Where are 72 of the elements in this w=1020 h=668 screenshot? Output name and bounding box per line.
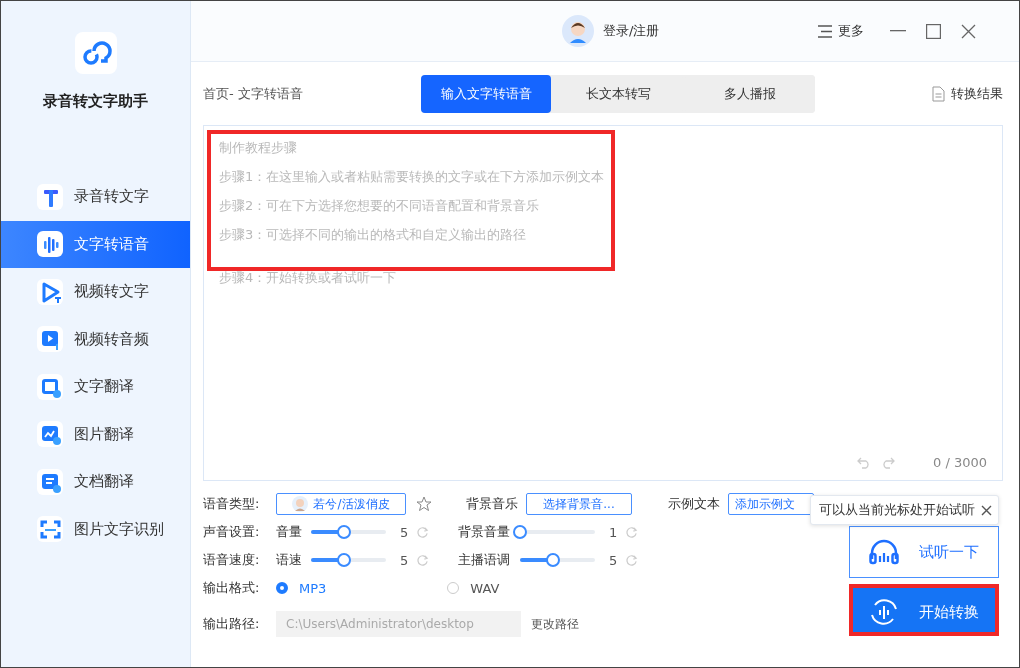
sidebar-item[interactable]: 图片文字识别 (1, 505, 190, 553)
radio-button[interactable] (276, 582, 288, 594)
field-label: 示例文本 (668, 495, 721, 513)
sidebar-label: 图片翻译 (74, 424, 134, 444)
slider-label: 主播语调 (458, 551, 511, 569)
radio-button[interactable] (447, 582, 460, 594)
placeholder-line: 步骤3：可选择不同的输出的格式和自定义输出的路径 (219, 226, 528, 244)
music-button[interactable]: 选择背景音... (526, 493, 632, 515)
headphones-icon (869, 539, 899, 565)
radio-label[interactable]: MP3 (299, 580, 327, 596)
slider-value: 5 (400, 552, 408, 568)
breadcrumb: 首页- 文字转语音 (203, 85, 304, 103)
sidebar-item[interactable]: 文字转语音 (1, 220, 190, 268)
tooltip-text: 可以从当前光标处开始试听 (819, 501, 975, 519)
app-name: 录音转文字助手 (43, 92, 148, 111)
sidebar-item[interactable]: 文档翻译 (1, 458, 190, 506)
sidebar-label: 图片文字识别 (74, 519, 164, 539)
video-icon (37, 326, 63, 353)
image-icon (37, 421, 63, 448)
close-icon[interactable] (981, 504, 992, 516)
sidebar-label: 视频转文字 (74, 282, 149, 302)
field-label: 语音类型: (203, 495, 261, 513)
field-label: 声音设置: (203, 523, 261, 541)
maximize-icon[interactable] (926, 23, 942, 39)
document-icon[interactable] (932, 86, 945, 102)
slider-value: 5 (609, 552, 617, 568)
letter-icon (37, 183, 63, 210)
sidebar-item[interactable]: 录音转文字 (1, 173, 190, 221)
listen-button[interactable]: 试听一下 (849, 526, 999, 578)
sidebar-label: 视频转音频 (74, 329, 149, 349)
close-icon[interactable] (961, 23, 977, 39)
sidebar-label: 文字翻译 (74, 377, 134, 397)
slider-value: 1 (609, 524, 617, 540)
app-logo-icon (74, 32, 117, 74)
start-button[interactable]: 开始转换 (849, 584, 999, 636)
menu-icon[interactable] (818, 24, 833, 38)
scan-icon (37, 516, 63, 543)
placeholder-line: 制作教程步骤 (219, 139, 298, 157)
more-menu[interactable]: 更多 (838, 22, 865, 40)
avatar-icon[interactable] (562, 15, 594, 47)
sidebar-item[interactable]: 视频转音频 (1, 315, 190, 363)
slider-label: 语速 (276, 551, 303, 569)
sidebar-label: 文字转语音 (74, 234, 149, 254)
field-label: 输出格式: (203, 579, 261, 597)
results-link[interactable]: 转换结果 (951, 85, 1003, 103)
slider-value: 5 (400, 524, 408, 540)
slider-label: 音量 (276, 523, 303, 541)
sidebar-item[interactable]: 图片翻译 (1, 410, 190, 458)
placeholder-line: 步骤1：在这里输入或者粘贴需要转换的文字或在下方添加示例文本 (219, 168, 606, 186)
character-counter: 0 / 3000 (933, 455, 987, 470)
play-icon (37, 278, 63, 305)
radio-label[interactable]: WAV (470, 580, 500, 596)
slider-label: 背景音量 (458, 523, 511, 541)
field-label: 背景音乐 (466, 495, 519, 513)
wave-icon (37, 231, 63, 258)
wave-circle-icon (869, 597, 899, 627)
doc-icon (37, 468, 63, 495)
field-label: 语音速度: (203, 551, 261, 569)
star-icon[interactable] (416, 496, 432, 512)
person-icon (292, 496, 309, 512)
sidebar-label: 录音转文字 (74, 187, 149, 207)
sidebar-item[interactable]: 视频转文字 (1, 268, 190, 316)
tab[interactable]: 输入文字转语音 (421, 75, 551, 113)
field-label: 输出路径: (203, 615, 261, 633)
sidebar-item[interactable]: 文字翻译 (1, 363, 190, 411)
sidebar-label: 文档翻译 (74, 472, 134, 492)
minimize-icon[interactable] (890, 30, 907, 32)
change-path-link[interactable]: 更改路径 (531, 615, 579, 633)
voice-button[interactable]: 若兮/活泼俏皮 (276, 493, 406, 515)
placeholder-line: 步骤2：可在下方选择您想要的不同语音配置和背景音乐 (219, 197, 541, 215)
translate-icon (37, 373, 63, 400)
login-link[interactable]: 登录/注册 (603, 22, 660, 40)
